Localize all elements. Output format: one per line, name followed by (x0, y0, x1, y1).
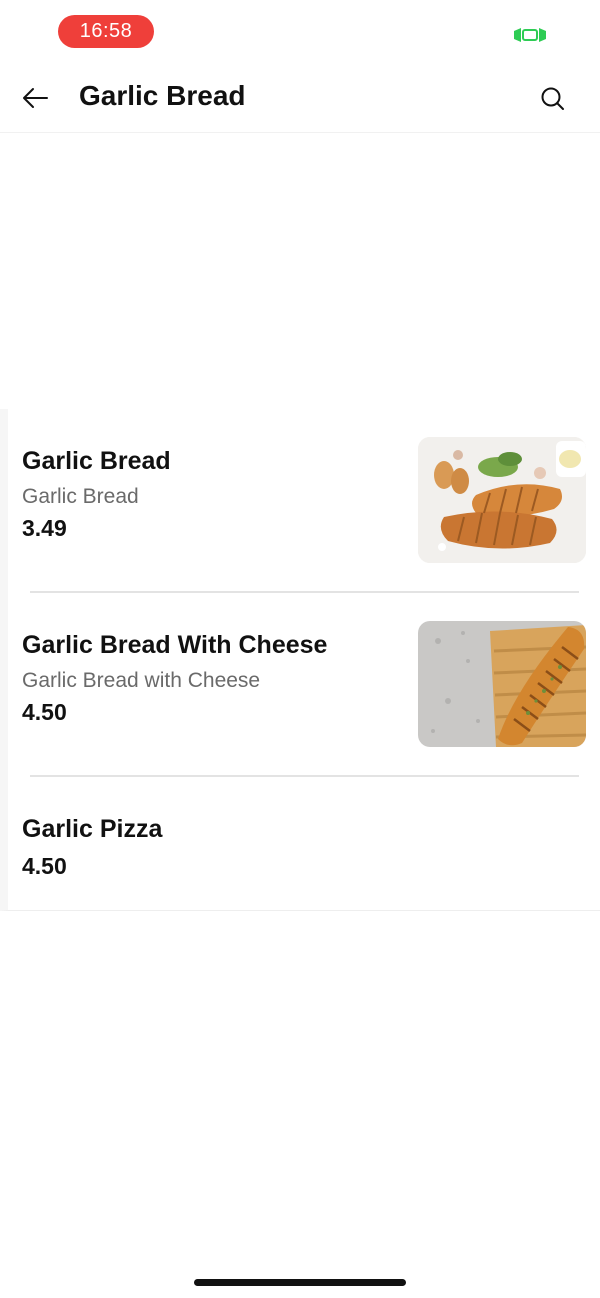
menu-item-list: Garlic Bread Garlic Bread 3.49 Garlic Br… (0, 409, 600, 911)
menu-item[interactable]: Garlic Bread Garlic Bread 3.49 (0, 409, 600, 593)
menu-item-description: Garlic Bread with Cheese (22, 669, 261, 692)
garlic-bread-cheese-photo (418, 621, 586, 747)
search-icon (541, 87, 564, 110)
arrow-left-icon (23, 88, 48, 108)
menu-item[interactable]: Garlic Pizza 4.50 (0, 777, 600, 911)
menu-item-name: Garlic Bread With Cheese (22, 631, 328, 659)
menu-item-name: Garlic Pizza (22, 815, 163, 843)
screen-recording-icon (514, 28, 546, 42)
page-title: Garlic Bread (79, 80, 246, 111)
home-indicator (194, 1279, 406, 1286)
menu-item-description: Garlic Bread (22, 485, 139, 508)
menu-item[interactable]: Garlic Bread With Cheese Garlic Bread wi… (0, 593, 600, 777)
garlic-bread-photo (418, 437, 586, 563)
status-bar: 16:58 (0, 0, 600, 64)
app-bar: Garlic Bread (0, 64, 600, 133)
menu-item-image[interactable] (418, 437, 586, 563)
status-time: 16:58 (58, 15, 154, 48)
back-button[interactable] (14, 78, 56, 120)
search-button[interactable] (532, 78, 574, 120)
menu-item-image[interactable] (418, 621, 586, 747)
menu-item-price: 4.50 (22, 853, 67, 879)
menu-item-price: 3.49 (22, 515, 67, 541)
menu-item-price: 4.50 (22, 699, 67, 725)
menu-item-name: Garlic Bread (22, 447, 171, 475)
